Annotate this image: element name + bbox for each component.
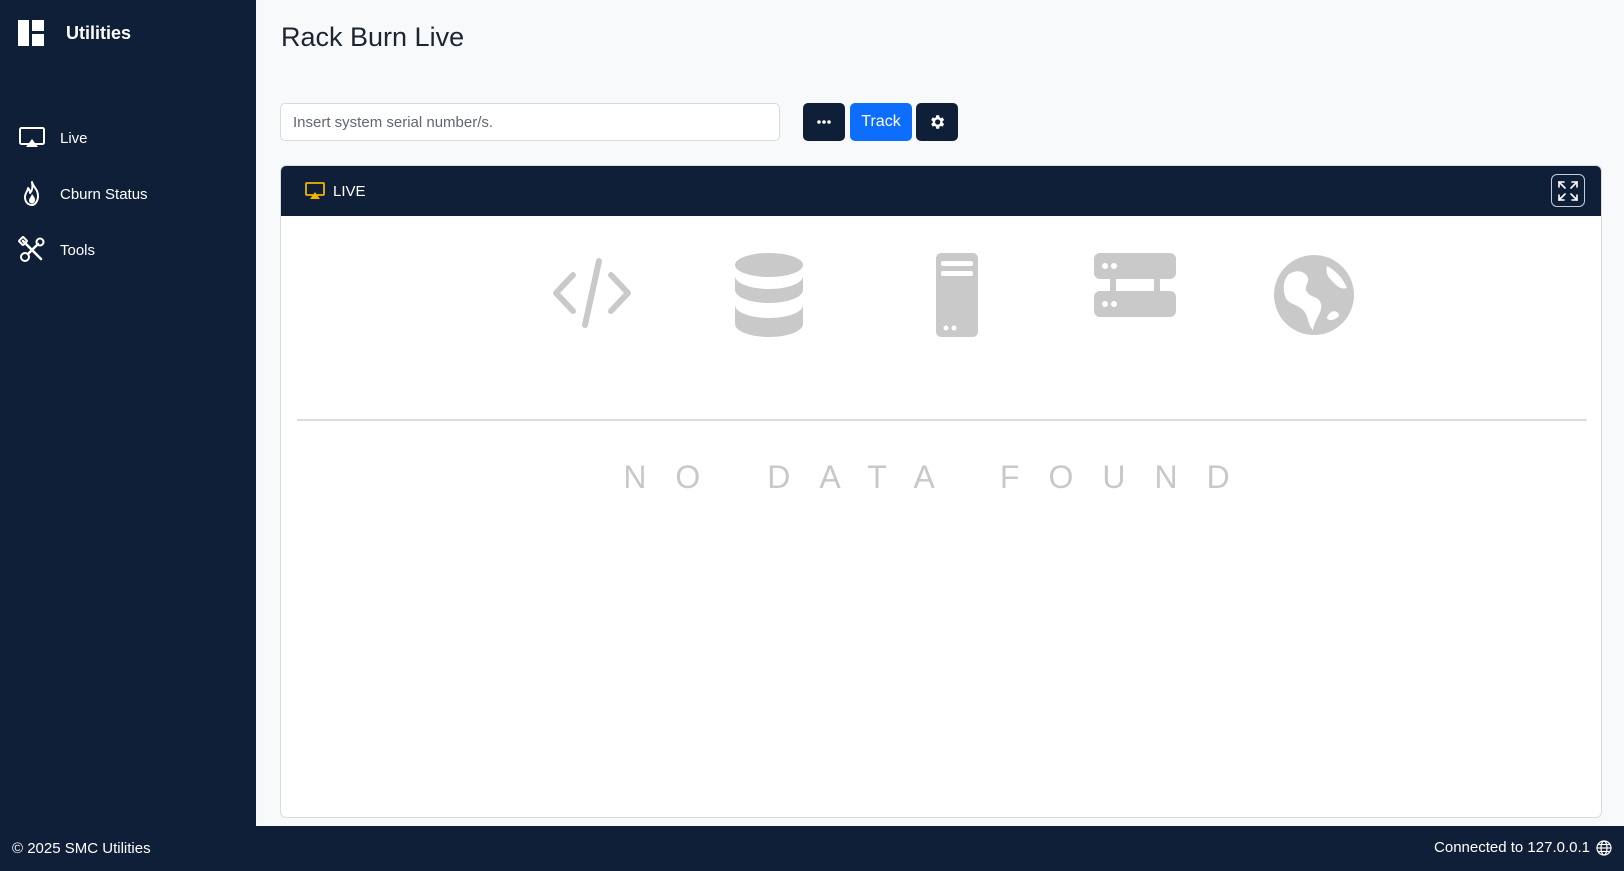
sidebar-nav: Live Cburn Status Tools [0,110,256,278]
live-card: LIVE NO DATA FOUND [280,165,1602,818]
sidebar-item-live[interactable]: Live [0,110,256,166]
server-rack-icon [1094,253,1176,317]
more-options-button[interactable] [803,103,845,141]
sidebar: Utilities Live Cburn Status Tools [0,0,256,826]
dashboard-icon [18,20,44,46]
main-content: Rack Burn Live Track LIVE [256,0,1624,826]
app: Utilities Live Cburn Status Tools Rack B… [0,0,1624,871]
code-icon [553,258,631,328]
sidebar-item-label: Cburn Status [60,185,148,203]
connection-status: Connected to 127.0.0.1 [1434,839,1612,856]
track-button[interactable]: Track [850,103,912,141]
airplay-icon [305,182,325,199]
sidebar-item-tools[interactable]: Tools [0,222,256,278]
dots-icon [817,120,831,124]
footer-copyright: © 2025 SMC Utilities [12,840,151,857]
globe-icon [1274,255,1354,335]
card-header: LIVE [281,166,1601,216]
fullscreen-button[interactable] [1551,174,1585,207]
fire-icon [24,181,39,206]
sidebar-item-label: Live [60,129,88,147]
sidebar-item-cburn-status[interactable]: Cburn Status [0,166,256,222]
connection-status-text: Connected to 127.0.0.1 [1434,839,1590,856]
settings-button[interactable] [916,103,958,141]
database-icon [735,253,803,337]
page-title: Rack Burn Live [281,22,465,52]
footer: © 2025 SMC Utilities Connected to 127.0.… [0,826,1624,871]
gear-icon [931,115,945,129]
empty-state-icons [281,252,1601,352]
divider [297,419,1587,421]
server-tower-icon [936,253,978,337]
tools-icon [18,236,45,262]
empty-state-text: NO DATA FOUND [623,459,1259,495]
card-title: LIVE [333,182,366,200]
sidebar-item-label: Tools [60,241,96,259]
brand-label: Utilities [66,22,132,43]
fullscreen-icon [1558,180,1578,201]
globe-icon [1596,839,1612,856]
brand[interactable]: Utilities [18,20,131,46]
serial-number-input[interactable] [280,103,780,141]
airplay-icon [19,127,45,147]
